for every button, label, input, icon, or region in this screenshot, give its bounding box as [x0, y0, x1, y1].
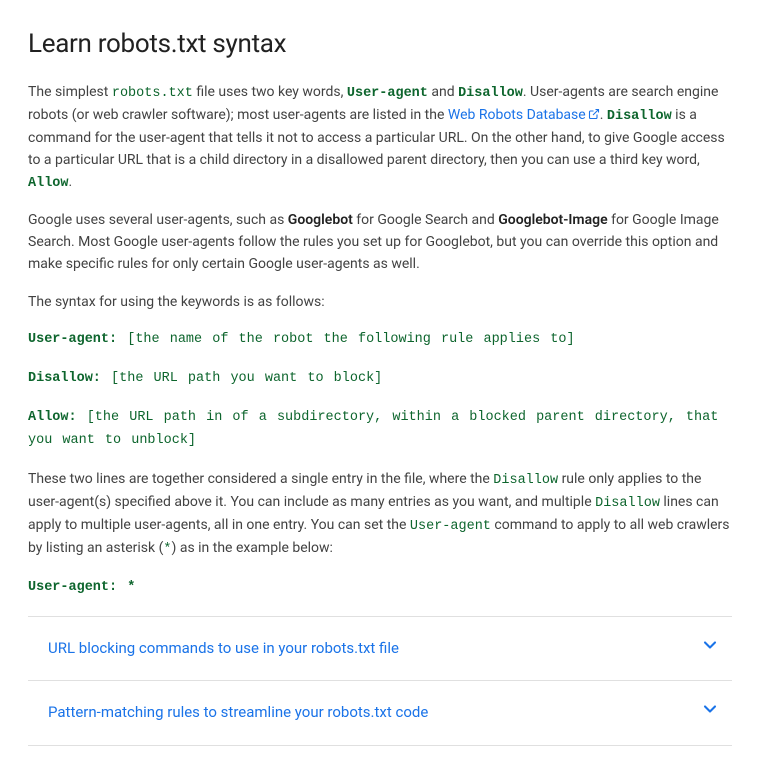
code-user-agent: User-agent [347, 86, 428, 101]
text: ) as in the example below: [171, 540, 332, 556]
chevron-down-icon [700, 635, 720, 663]
accordion-url-blocking[interactable]: URL blocking commands to use in your rob… [28, 617, 732, 682]
code-disallow-2: Disallow [607, 109, 672, 124]
text: These two lines are together considered … [28, 471, 493, 487]
external-link-icon [588, 106, 600, 128]
syntax-rest: [the URL path you want to block] [101, 371, 382, 386]
code-user-agent-2: User-agent [410, 519, 491, 534]
code-disallow-3: Disallow [493, 473, 558, 488]
paragraph-google-agents: Google uses several user-agents, such as… [28, 210, 732, 275]
syntax-keyword: User-agent: [28, 332, 117, 347]
web-robots-database-link[interactable]: Web Robots Database [448, 107, 600, 123]
accordion-title: Pattern-matching rules to streamline you… [48, 701, 428, 724]
link-text: Web Robots Database [448, 107, 586, 123]
code-disallow: Disallow [458, 86, 523, 101]
accordion-container: URL blocking commands to use in your rob… [28, 616, 732, 746]
syntax-rest: [the URL path in of a subdirectory, with… [28, 410, 718, 448]
accordion-title: URL blocking commands to use in your rob… [48, 637, 399, 660]
text: for Google Search and [353, 212, 498, 228]
bold-googlebot: Googlebot [288, 212, 353, 228]
paragraph-syntax-intro: The syntax for using the keywords is as … [28, 292, 732, 314]
bold-googlebot-image: Googlebot-Image [498, 212, 607, 228]
syntax-wildcard: User-agent: * [28, 577, 732, 600]
syntax-keyword: Disallow: [28, 371, 101, 386]
syntax-user-agent: User-agent: [the name of the robot the f… [28, 329, 732, 352]
text: and [428, 84, 458, 100]
text: . [69, 174, 73, 190]
syntax-keyword: User-agent: * [28, 580, 135, 595]
syntax-rest: [the name of the robot the following rul… [117, 332, 574, 347]
syntax-disallow: Disallow: [the URL path you want to bloc… [28, 368, 732, 391]
text: file uses two key words, [193, 84, 347, 100]
syntax-keyword: Allow: [28, 410, 77, 425]
code-robots-txt: robots.txt [112, 86, 193, 101]
accordion-pattern-matching[interactable]: Pattern-matching rules to streamline you… [28, 681, 732, 746]
text: Google uses several user-agents, such as [28, 212, 288, 228]
paragraph-entry-explanation: These two lines are together considered … [28, 469, 732, 561]
chevron-down-icon [700, 699, 720, 727]
text: . [600, 107, 607, 123]
page-title: Learn robots.txt syntax [28, 24, 732, 64]
code-disallow-4: Disallow [595, 496, 660, 511]
syntax-allow: Allow: [the URL path in of a subdirector… [28, 407, 732, 453]
text: The simplest [28, 84, 112, 100]
paragraph-intro: The simplest robots.txt file uses two ke… [28, 82, 732, 194]
code-allow: Allow [28, 176, 69, 191]
